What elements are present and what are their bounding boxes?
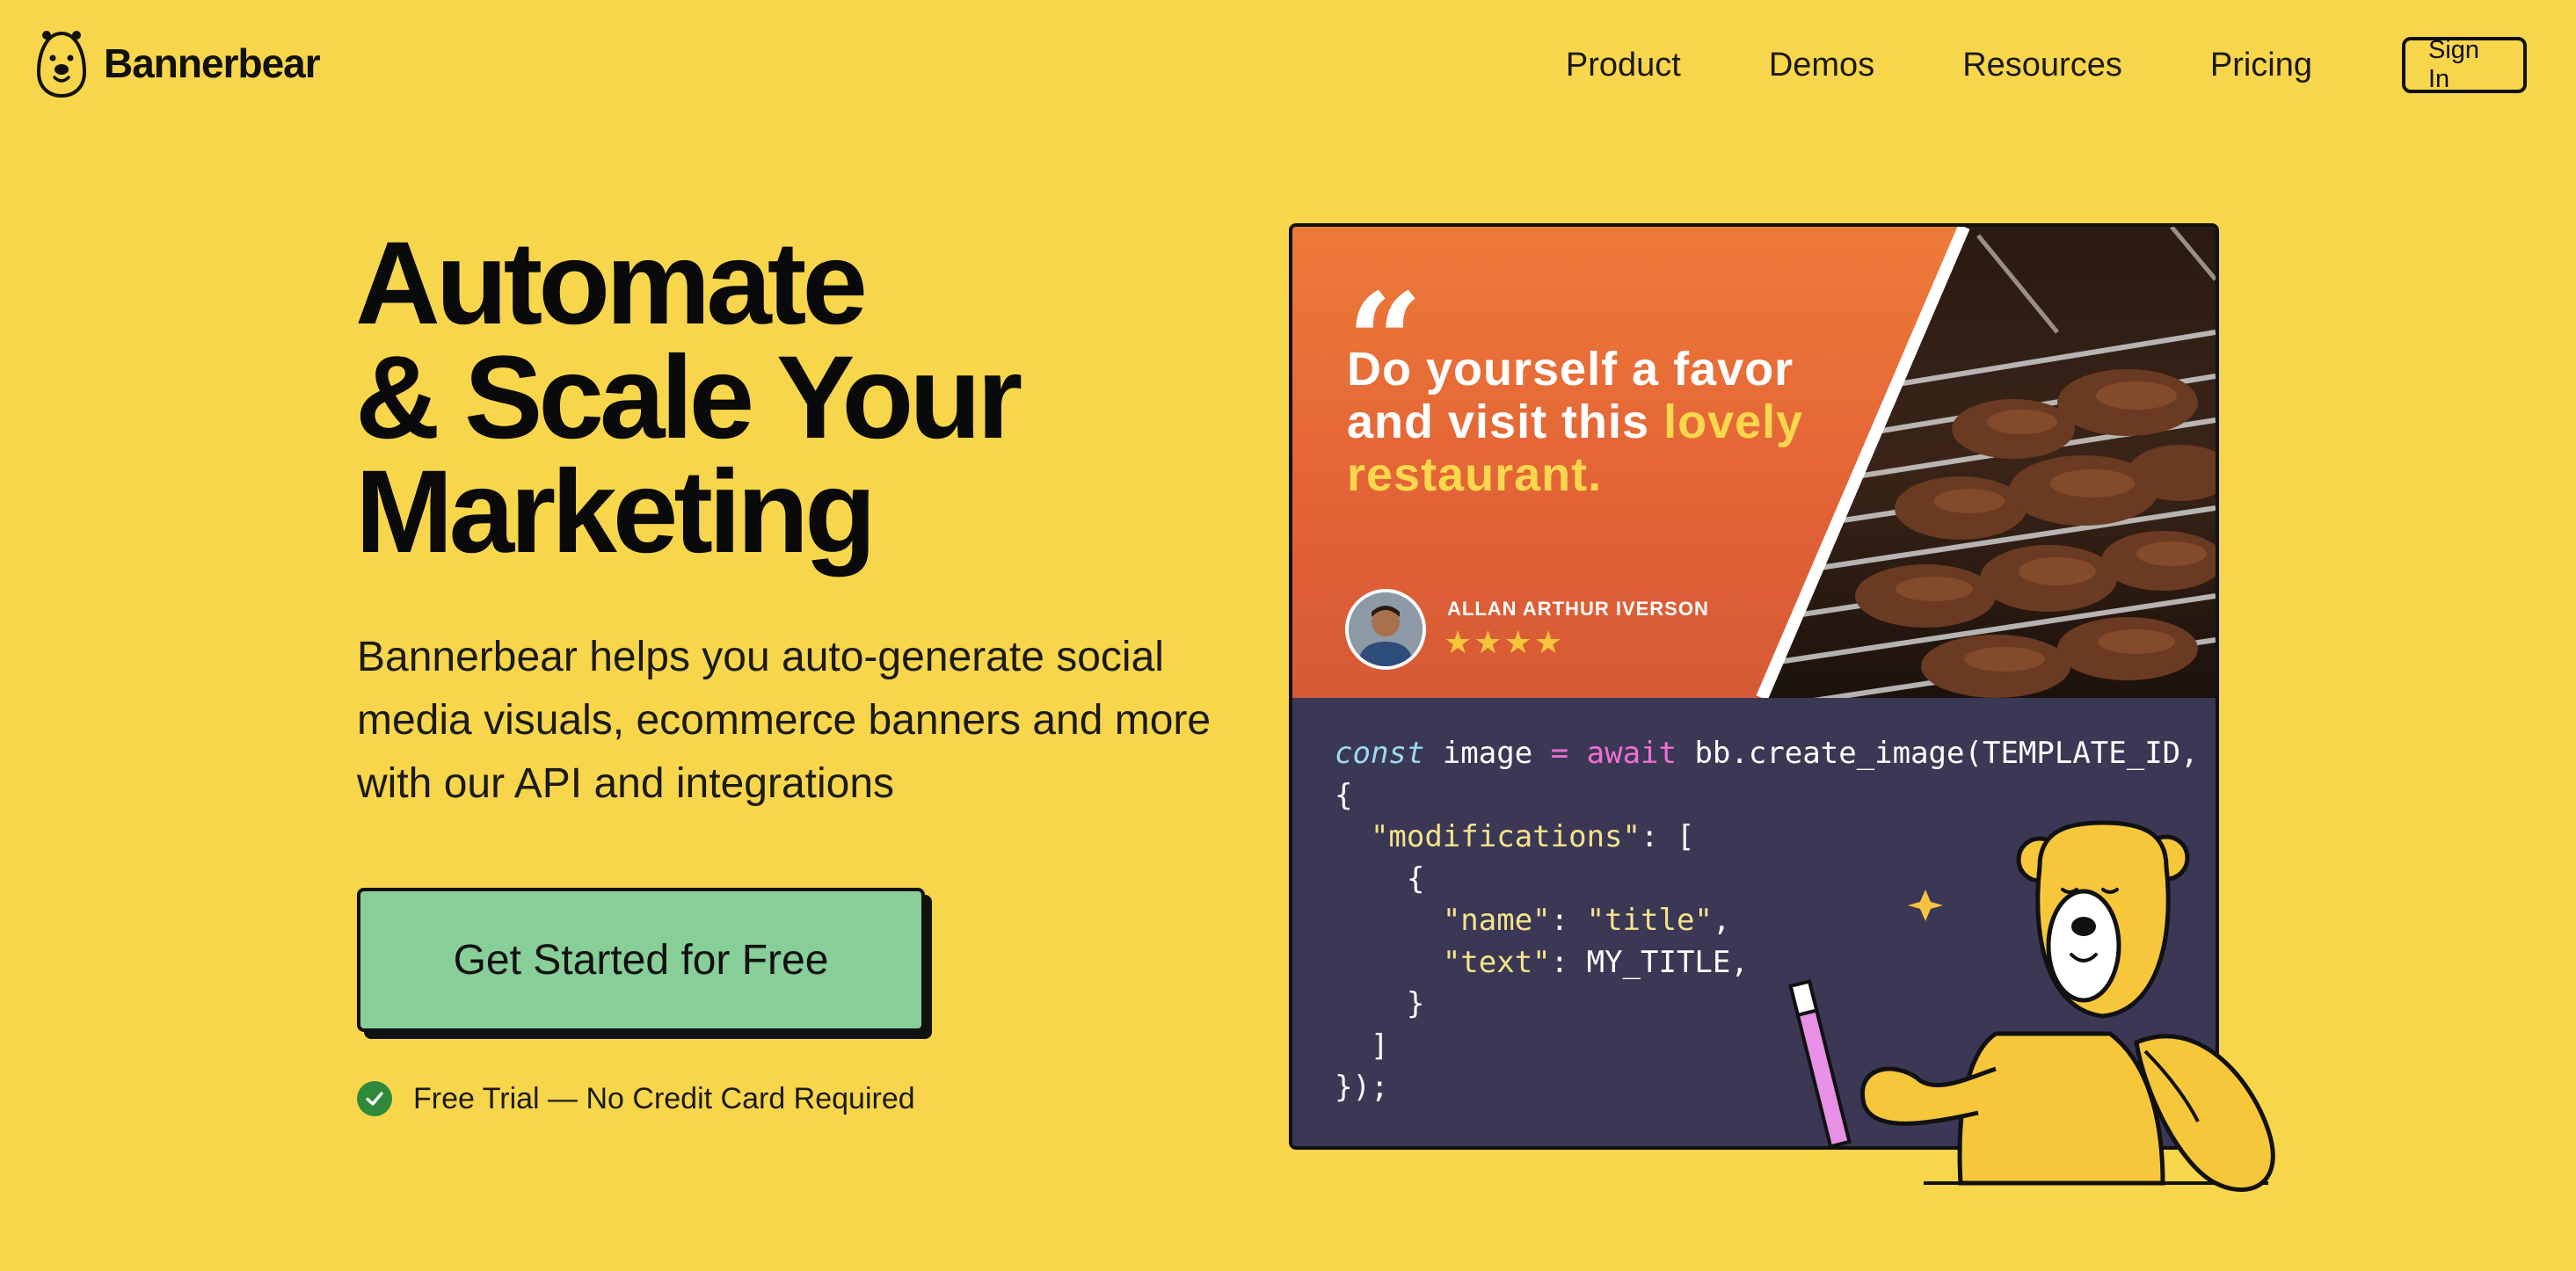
author-name: ALLAN ARTHUR IVERSON (1447, 598, 1709, 620)
cta-container: Get Started for Free (357, 888, 932, 1039)
code-var: image (1424, 736, 1551, 771)
code-line-8: ] (1335, 1028, 1389, 1064)
brand-name: Bannerbear (104, 40, 321, 86)
trial-note-text: Free Trial — No Credit Card Required (413, 1081, 915, 1115)
code-line-3-rest: : [ (1641, 819, 1695, 854)
author-avatar (1345, 589, 1426, 670)
code-val-title: "title" (1586, 903, 1713, 938)
nav-resources[interactable]: Resources (1962, 33, 2122, 97)
code-key-text: "text" (1442, 944, 1551, 980)
hero-headline: Automate & Scale Your Marketing (355, 218, 1022, 577)
testimonial-banner: “ Do yourself a favor and visit this lov… (1292, 227, 2216, 698)
code-key-name: "name" (1442, 903, 1551, 938)
testimonial-quote: Do yourself a favor and visit this lovel… (1347, 343, 1804, 501)
code-line-4: { (1335, 861, 1425, 897)
check-circle-icon (357, 1081, 392, 1116)
code-const: const (1335, 736, 1425, 771)
code-key-modifications: "modifications" (1370, 819, 1641, 854)
nav-product[interactable]: Product (1566, 33, 1681, 97)
code-line-5-colon: : (1550, 903, 1587, 938)
nav-pricing[interactable]: Pricing (2210, 33, 2312, 97)
brand-logo[interactable]: Bannerbear (35, 28, 321, 98)
nav-demos[interactable]: Demos (1769, 33, 1874, 97)
main-nav: Product Demos Resources Pricing Sign In (1566, 33, 2527, 97)
demo-card: “ Do yourself a favor and visit this lov… (1289, 223, 2219, 1150)
code-line-9: }); (1335, 1070, 1389, 1105)
trial-note: Free Trial — No Credit Card Required (357, 1081, 915, 1116)
hero-subtext: Bannerbear helps you auto-generate socia… (357, 634, 1212, 807)
star-rating: ★★★★ (1444, 624, 1565, 660)
get-started-button[interactable]: Get Started for Free (357, 888, 925, 1032)
code-sample: const image = await bb.create_image(TEMP… (1335, 733, 2199, 1109)
code-line-5-comma: , (1712, 903, 1731, 938)
code-line-2: { (1335, 777, 1353, 813)
code-eq: = (1550, 736, 1569, 771)
sign-in-button[interactable]: Sign In (2402, 36, 2527, 93)
code-line-6-rest: : MY_TITLE, (1550, 944, 1749, 980)
code-await: await (1586, 736, 1677, 771)
code-line-7: } (1335, 986, 1425, 1021)
bear-head-icon (36, 31, 87, 98)
code-call: bb.create_image(TEMPLATE_ID, (1676, 736, 2199, 771)
